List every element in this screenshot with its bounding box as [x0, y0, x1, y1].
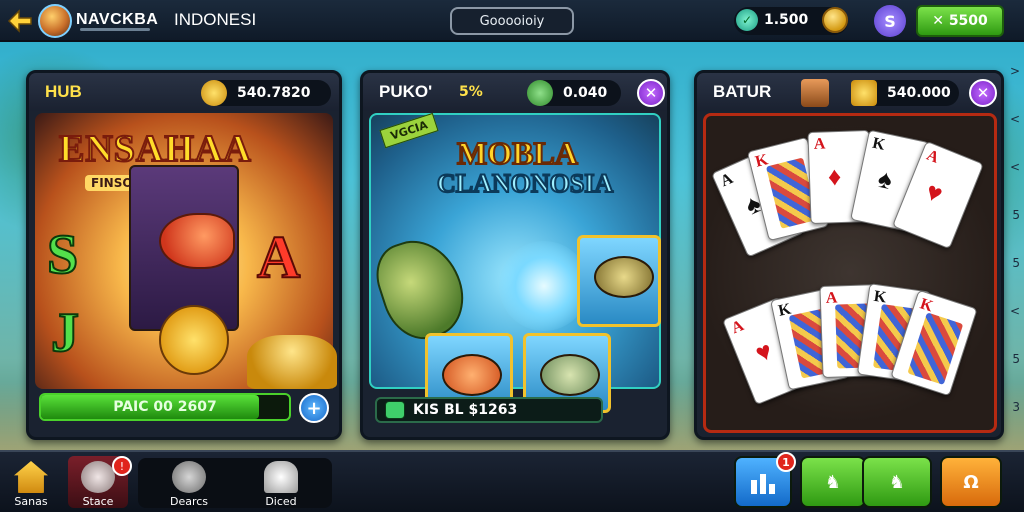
- gem-icon: ✓: [736, 9, 758, 31]
- nav-label: Diced: [265, 495, 297, 508]
- nav-label: Stace: [82, 495, 114, 508]
- panel-title: BATUR: [713, 82, 772, 101]
- nav-label: Dearcs: [169, 495, 209, 508]
- fishing-game-art[interactable]: VGCIA MOBLA CLANONOSIA: [367, 112, 661, 413]
- jackpot-text: PAIC 00 2607: [113, 399, 217, 415]
- fish-icon: [442, 354, 502, 396]
- close-button[interactable]: ✕: [637, 79, 665, 107]
- horse-icon: ♞: [888, 471, 906, 493]
- home-icon: [14, 461, 48, 493]
- brand-underline: [80, 28, 150, 31]
- close-icon: ✕: [976, 84, 990, 102]
- bonus-icon: [172, 461, 206, 493]
- stat-value: 0.040: [563, 85, 608, 101]
- cash-mini-icon: [385, 401, 405, 419]
- back-button[interactable]: [6, 7, 34, 35]
- leaderboard-icon: [751, 474, 775, 494]
- stat-pill: 540.000: [851, 80, 959, 106]
- game-title: MOBLA: [456, 134, 579, 172]
- bass-fish: [367, 229, 475, 349]
- green-symbol: J: [50, 301, 80, 365]
- fishing-panel[interactable]: PUKO' 5% 0.040 ✕ VGCIA MOBLA CLANONOSIA …: [360, 70, 670, 440]
- percent-label: 5%: [459, 84, 483, 100]
- fish-tile[interactable]: [577, 235, 661, 327]
- cash-stack-icon: [527, 80, 553, 106]
- fishing-jackpot-bar: KIS BL $1263: [375, 397, 603, 423]
- notification-badge: !: [112, 456, 132, 476]
- card-box-icon: [801, 79, 829, 107]
- arrow-left-icon: [7, 9, 32, 33]
- stat-pill: 540.7820: [201, 80, 331, 106]
- fish-icon: [594, 256, 654, 298]
- gem-balance: 1.500: [764, 12, 809, 28]
- game-subtitle: CLANONOSIA: [436, 168, 614, 199]
- wallet-icon[interactable]: S: [874, 5, 906, 37]
- fish-icon: [540, 354, 600, 396]
- nav-bonus[interactable]: Dearcs: [154, 456, 224, 508]
- player-avatar[interactable]: [38, 4, 72, 38]
- top-bar: NAVCKBA INDONESI Gooooioiy ✓ 1.500 S ✕ 5…: [0, 0, 1024, 42]
- slots-panel[interactable]: HUB 540.7820 ENSAHAA FINSOICA PABIDIS S …: [26, 70, 342, 440]
- omega-button[interactable]: Ω: [940, 456, 1002, 508]
- panel-title: HUB: [45, 82, 82, 101]
- stat-value: 540.7820: [237, 85, 311, 101]
- close-icon: ✕: [644, 84, 658, 102]
- cash-label: 5500: [948, 13, 988, 29]
- notification-badge: 1: [776, 452, 796, 472]
- panel-title: PUKO': [379, 82, 433, 101]
- nav-home[interactable]: Sanas: [8, 456, 54, 508]
- region-label: INDONESI: [174, 10, 257, 29]
- nav-store[interactable]: Stace !: [68, 456, 132, 508]
- jackpot-text: KIS BL $1263: [413, 402, 518, 418]
- stat-value: 540.000: [887, 85, 951, 101]
- search-button[interactable]: Gooooioiy: [450, 7, 574, 35]
- stat-pill: 0.040: [527, 80, 621, 106]
- brand-name: NAVCKBA: [76, 11, 159, 28]
- red-a-symbol: A: [256, 223, 301, 291]
- cash-button[interactable]: ✕ 5500: [916, 5, 1004, 37]
- jackpot-bar: PAIC 00 2607: [39, 393, 291, 421]
- heart-coin-icon: [201, 80, 227, 106]
- add-button[interactable]: +: [299, 393, 329, 423]
- play-button[interactable]: ♞: [800, 456, 866, 508]
- cash-cross-icon: ✕: [932, 13, 949, 29]
- lock-icon: [264, 461, 298, 493]
- nav-chat[interactable]: Diced: [246, 456, 316, 508]
- store-icon: [81, 461, 115, 493]
- horse-icon: ♞: [824, 471, 842, 493]
- fish-symbol: [159, 213, 235, 269]
- cards-panel[interactable]: BATUR 540.000 ✕ A ♠ K A ♦ K ♠ A ♥ A ♥ K A K K: [694, 70, 1004, 440]
- play-button[interactable]: ♞: [862, 456, 932, 508]
- green-symbol: S: [46, 223, 79, 287]
- water-splash: [499, 241, 589, 331]
- omega-icon: Ω: [963, 471, 979, 493]
- gold-pile-symbol: [247, 335, 337, 389]
- side-scroll-indicator[interactable]: > < <5 5 <5 3: [1004, 64, 1024, 424]
- nav-label: Sanas: [14, 495, 48, 508]
- leaderboard-button[interactable]: 1: [734, 452, 796, 508]
- close-button[interactable]: ✕: [969, 79, 997, 107]
- promo-tag: VGCIA: [379, 112, 439, 149]
- plus-icon: +: [306, 397, 322, 419]
- gold-icon: [851, 80, 877, 106]
- coin-icon[interactable]: [822, 7, 848, 33]
- sun-symbol: [159, 305, 229, 375]
